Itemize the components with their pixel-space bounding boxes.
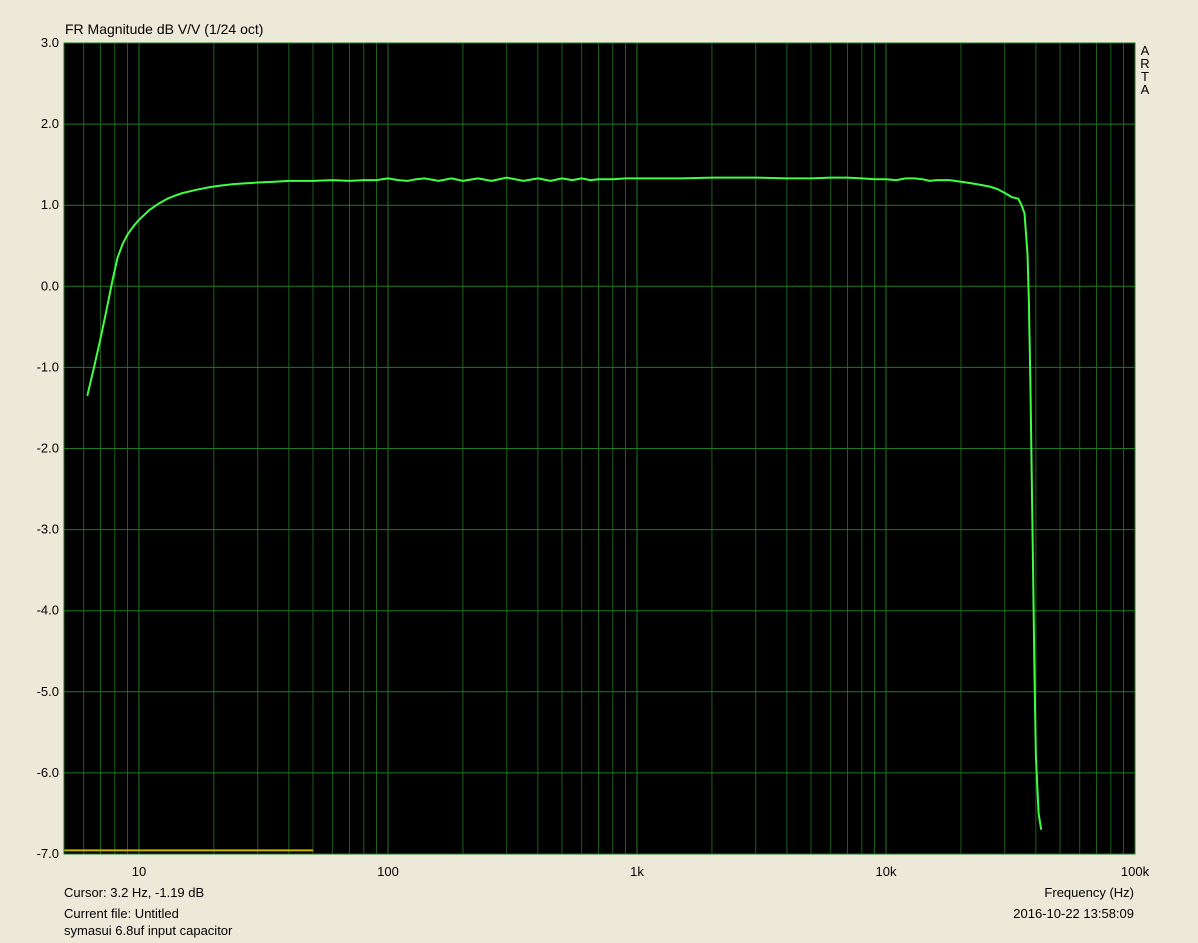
x-tick-label: 100k: [1121, 864, 1150, 879]
y-tick-labels: 3.0 2.0 1.0 0.0 -1.0 -2.0 -3.0 -4.0 -5.0 -6.0 -7.0: [37, 35, 59, 861]
timestamp: 2016-10-22 13:58:09: [1013, 906, 1134, 921]
y-tick-label: -1.0: [37, 359, 59, 374]
file-note: symasui 6.8uf input capacitor: [64, 923, 233, 938]
y-tick-label: 1.0: [41, 197, 59, 212]
y-tick-label: 3.0: [41, 35, 59, 50]
y-tick-label: -2.0: [37, 441, 59, 456]
y-tick-label: 0.0: [41, 278, 59, 293]
cursor-readout: Cursor: 3.2 Hz, -1.19 dB: [64, 885, 205, 900]
x-tick-label: 1k: [630, 864, 644, 879]
y-tick-label: -7.0: [37, 846, 59, 861]
x-axis-label: Frequency (Hz): [1044, 885, 1134, 900]
x-tick-label: 100: [377, 864, 399, 879]
y-tick-label: -4.0: [37, 603, 59, 618]
frequency-response-chart[interactable]: 3.0 2.0 1.0 0.0 -1.0 -2.0 -3.0 -4.0 -5.0 -6.0 -7.0…: [0, 0, 1198, 943]
x-tick-label: 10k: [876, 864, 897, 879]
y-tick-label: 2.0: [41, 116, 59, 131]
y-tick-label: -6.0: [37, 765, 59, 780]
y-tick-label: -3.0: [37, 522, 59, 537]
x-tick-labels: 10 100 1k 10k 100k: [132, 864, 1150, 879]
y-tick-label: -5.0: [37, 684, 59, 699]
current-file-label: Current file: Untitled: [64, 906, 179, 921]
x-tick-label: 10: [132, 864, 146, 879]
